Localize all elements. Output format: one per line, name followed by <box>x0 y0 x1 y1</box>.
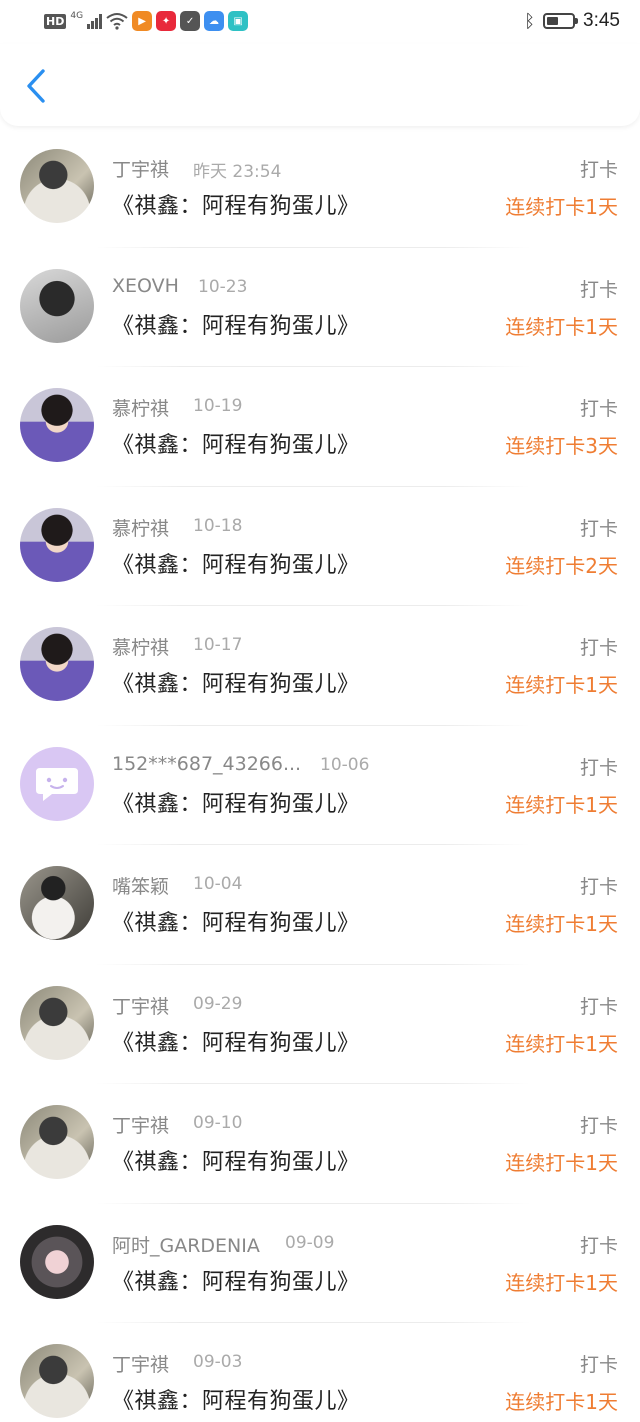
streak-label: 连续打卡1天 <box>505 912 618 936</box>
book-title: 《祺鑫：阿程有狗蛋儿》 <box>112 1389 360 1414</box>
user-name[interactable]: 丁宇祺 <box>112 1350 169 1377</box>
list-item[interactable]: 慕柠祺 10-17 《祺鑫：阿程有狗蛋儿》 打卡连续打卡1天 <box>0 606 640 726</box>
signal-icon <box>87 13 103 29</box>
checkin-list: 丁宇祺 昨天 23:54 《祺鑫：阿程有狗蛋儿》 打卡 连续打卡1天 XEOVH 10-23… <box>0 128 640 1422</box>
hd-indicator: HD <box>44 13 67 29</box>
streak-label: 连续打卡1天 <box>505 1151 618 1175</box>
user-name[interactable]: 152***687_43266... <box>112 753 301 775</box>
avatar[interactable] <box>20 388 94 462</box>
avatar[interactable] <box>20 1224 94 1299</box>
post-time: 09-03 <box>193 1352 243 1372</box>
post-time: 10-18 <box>193 515 243 536</box>
post-time: 10-04 <box>193 874 243 894</box>
checkin-label: 打卡 <box>579 1234 618 1257</box>
list-item[interactable]: 丁宇祺 09-10 《祺鑫：阿程有狗蛋儿》 打卡连续打卡1天 <box>0 1084 640 1204</box>
streak-label: 连续打卡1天 <box>505 1270 618 1295</box>
book-title: 《祺鑫：阿程有狗蛋儿》 <box>112 1269 360 1295</box>
user-name[interactable]: 嘴笨颖 <box>112 872 169 899</box>
checkin-label: 打卡 <box>579 517 618 540</box>
avatar[interactable] <box>20 627 94 701</box>
list-item[interactable]: 152***687_43266... 10-06 《祺鑫：阿程有狗蛋儿》 打卡连续打卡… <box>0 726 640 846</box>
list-item[interactable]: 阿时_GARDENIA 09-09 《祺鑫：阿程有狗蛋儿》 打卡连续打卡1天 <box>0 1204 640 1324</box>
back-button[interactable] <box>18 64 54 108</box>
post-time: 10-17 <box>193 635 243 655</box>
post-time: 10-19 <box>193 396 243 416</box>
clock: 3:45 <box>583 10 620 31</box>
avatar[interactable] <box>20 1105 94 1179</box>
streak-label: 连续打卡1天 <box>505 314 618 339</box>
streak-label: 连续打卡1天 <box>505 1390 618 1414</box>
streak-label: 连续打卡1天 <box>505 792 618 817</box>
video-app-icon: ▶ <box>132 11 153 31</box>
checkin-label: 打卡 <box>579 876 618 898</box>
post-time: 09-29 <box>193 993 243 1014</box>
checkin-label: 打卡 <box>579 278 618 301</box>
streak-label: 连续打卡1天 <box>505 195 618 219</box>
book-title: 《祺鑫：阿程有狗蛋儿》 <box>112 313 360 339</box>
checkin-label: 打卡 <box>579 398 618 420</box>
avatar[interactable] <box>20 1344 94 1418</box>
chevron-left-icon <box>27 69 45 103</box>
checkin-label: 打卡 <box>579 756 618 779</box>
list-item[interactable]: 嘴笨颖 10-04 《祺鑫：阿程有狗蛋儿》 打卡连续打卡1天 <box>0 845 640 965</box>
avatar[interactable] <box>20 866 94 940</box>
post-time: 09-09 <box>285 1232 335 1253</box>
user-name[interactable]: 丁宇祺 <box>112 992 169 1019</box>
top-nav-bar <box>0 44 640 126</box>
list-item[interactable]: 丁宇祺 09-29 《祺鑫：阿程有狗蛋儿》 打卡连续打卡1天 <box>0 965 640 1085</box>
network-type: 4G <box>70 11 84 21</box>
post-time: 10-06 <box>320 754 370 775</box>
book-title: 《祺鑫：阿程有狗蛋儿》 <box>112 433 360 458</box>
book-title: 《祺鑫：阿程有狗蛋儿》 <box>112 552 360 578</box>
book-title: 《祺鑫：阿程有狗蛋儿》 <box>112 911 360 936</box>
post-time: 昨天 23:54 <box>193 162 282 182</box>
wifi-icon <box>106 13 128 30</box>
avatar[interactable] <box>20 746 94 821</box>
streak-label: 连续打卡1天 <box>505 1031 618 1056</box>
status-right: ᛒ 3:45 <box>524 10 620 32</box>
avatar[interactable] <box>20 149 94 223</box>
avatar[interactable] <box>20 985 94 1060</box>
checkin-label: 打卡 <box>579 995 618 1018</box>
streak-label: 连续打卡3天 <box>505 434 618 458</box>
book-app-icon: ▣ <box>228 11 249 31</box>
checkin-label: 打卡 <box>579 1115 618 1137</box>
battery-icon <box>543 13 579 29</box>
post-time: 09-10 <box>193 1113 243 1133</box>
checkin-label: 打卡 <box>579 159 618 181</box>
book-title: 《祺鑫：阿程有狗蛋儿》 <box>112 194 360 219</box>
user-name[interactable]: XEOVH <box>112 275 179 297</box>
list-item[interactable]: XEOVH 10-23 《祺鑫：阿程有狗蛋儿》 打卡连续打卡1天 <box>0 248 640 368</box>
cloud-app-icon: ☁ <box>204 11 225 31</box>
list-item[interactable]: 丁宇祺 昨天 23:54 《祺鑫：阿程有狗蛋儿》 打卡连续打卡1天 <box>0 128 640 248</box>
checkin-label: 打卡 <box>579 1354 618 1376</box>
post-time: 10-23 <box>198 276 248 297</box>
book-title: 《祺鑫：阿程有狗蛋儿》 <box>112 1150 360 1175</box>
status-bar: HD 4G ▶ ✦ ✓ ☁ ▣ ᛒ 3:45 <box>0 0 640 44</box>
list-item[interactable]: 慕柠祺 10-18 《祺鑫：阿程有狗蛋儿》 打卡连续打卡2天 <box>0 487 640 607</box>
user-name[interactable]: 丁宇祺 <box>112 155 169 182</box>
user-name[interactable]: 慕柠祺 <box>112 394 169 421</box>
avatar[interactable] <box>20 268 94 343</box>
bluetooth-icon: ᛒ <box>524 10 536 31</box>
user-name[interactable]: 丁宇祺 <box>112 1111 169 1138</box>
user-name[interactable]: 慕柠祺 <box>112 633 169 660</box>
avatar[interactable] <box>20 507 94 582</box>
user-name[interactable]: 慕柠祺 <box>112 514 169 541</box>
status-left: HD 4G ▶ ✦ ✓ ☁ ▣ <box>44 11 249 31</box>
checkin-label: 打卡 <box>579 637 618 659</box>
user-name[interactable]: 阿时_GARDENIA <box>112 1231 260 1258</box>
list-item[interactable]: 慕柠祺 10-19 《祺鑫：阿程有狗蛋儿》 打卡连续打卡3天 <box>0 367 640 487</box>
shield-app-icon: ✓ <box>180 11 201 31</box>
book-title: 《祺鑫：阿程有狗蛋儿》 <box>112 672 360 697</box>
streak-label: 连续打卡1天 <box>505 673 618 697</box>
streak-label: 连续打卡2天 <box>505 553 618 578</box>
red-app-icon: ✦ <box>156 11 177 31</box>
book-title: 《祺鑫：阿程有狗蛋儿》 <box>112 791 360 817</box>
book-title: 《祺鑫：阿程有狗蛋儿》 <box>112 1030 360 1056</box>
list-item[interactable]: 丁宇祺 09-03 《祺鑫：阿程有狗蛋儿》 打卡连续打卡1天 <box>0 1323 640 1422</box>
